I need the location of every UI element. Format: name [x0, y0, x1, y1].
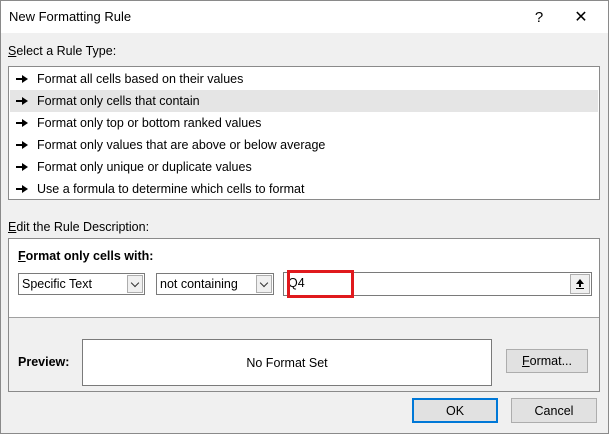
- new-formatting-rule-dialog: New Formatting Rule ? ✕ Select a Rule Ty…: [0, 0, 609, 434]
- format-only-cells-label: Format only cells with:: [18, 249, 154, 263]
- arrow-right-icon: [16, 97, 29, 105]
- dropdown-arrow[interactable]: [256, 275, 272, 293]
- preview-label: Preview:: [18, 355, 70, 369]
- arrow-right-icon: [16, 141, 29, 149]
- cancel-button[interactable]: Cancel: [511, 398, 597, 423]
- rule-type-label: Select a Rule Type:: [8, 44, 117, 58]
- close-icon[interactable]: ✕: [564, 1, 598, 33]
- cell-value-type-select[interactable]: Specific Text: [18, 273, 145, 295]
- dialog-title: New Formatting Rule: [9, 9, 132, 24]
- ok-button[interactable]: OK: [412, 398, 498, 423]
- arrow-right-icon: [16, 75, 29, 83]
- preview-text: No Format Set: [246, 355, 328, 370]
- rule-type-item-cells-that-contain[interactable]: Format only cells that contain: [10, 90, 598, 112]
- rule-type-item-top-bottom[interactable]: Format only top or bottom ranked values: [10, 112, 598, 134]
- preview-box: No Format Set: [82, 339, 492, 386]
- rule-criteria-area: Format only cells with: Specific Text no…: [9, 239, 599, 318]
- format-button[interactable]: Format...: [506, 349, 588, 373]
- rule-description-label: Edit the Rule Description:: [8, 220, 150, 234]
- rule-type-item-above-below-average[interactable]: Format only values that are above or bel…: [10, 134, 598, 156]
- criteria-text-field[interactable]: [283, 272, 592, 296]
- operator-select[interactable]: not containing: [156, 273, 274, 295]
- collapse-dialog-button[interactable]: [570, 274, 590, 294]
- arrow-right-icon: [16, 185, 29, 193]
- rule-type-item-formula[interactable]: Use a formula to determine which cells t…: [10, 178, 598, 200]
- title-bar: New Formatting Rule ? ✕: [1, 1, 608, 33]
- arrow-right-icon: [16, 119, 29, 127]
- arrow-right-icon: [16, 163, 29, 171]
- criteria-text-input[interactable]: [288, 276, 558, 290]
- chevron-down-icon: [259, 278, 269, 287]
- cell-value-type-value: Specific Text: [22, 277, 92, 291]
- chevron-down-icon: [130, 278, 140, 287]
- help-icon[interactable]: ?: [522, 1, 556, 33]
- operator-value: not containing: [160, 277, 238, 291]
- rule-type-item-all-cells[interactable]: Format all cells based on their values: [10, 68, 598, 90]
- dropdown-arrow[interactable]: [127, 275, 143, 293]
- rule-description-panel: Format only cells with: Specific Text no…: [8, 238, 600, 392]
- rule-type-list[interactable]: Format all cells based on their values F…: [8, 66, 600, 200]
- rule-type-item-unique-duplicate[interactable]: Format only unique or duplicate values: [10, 156, 598, 178]
